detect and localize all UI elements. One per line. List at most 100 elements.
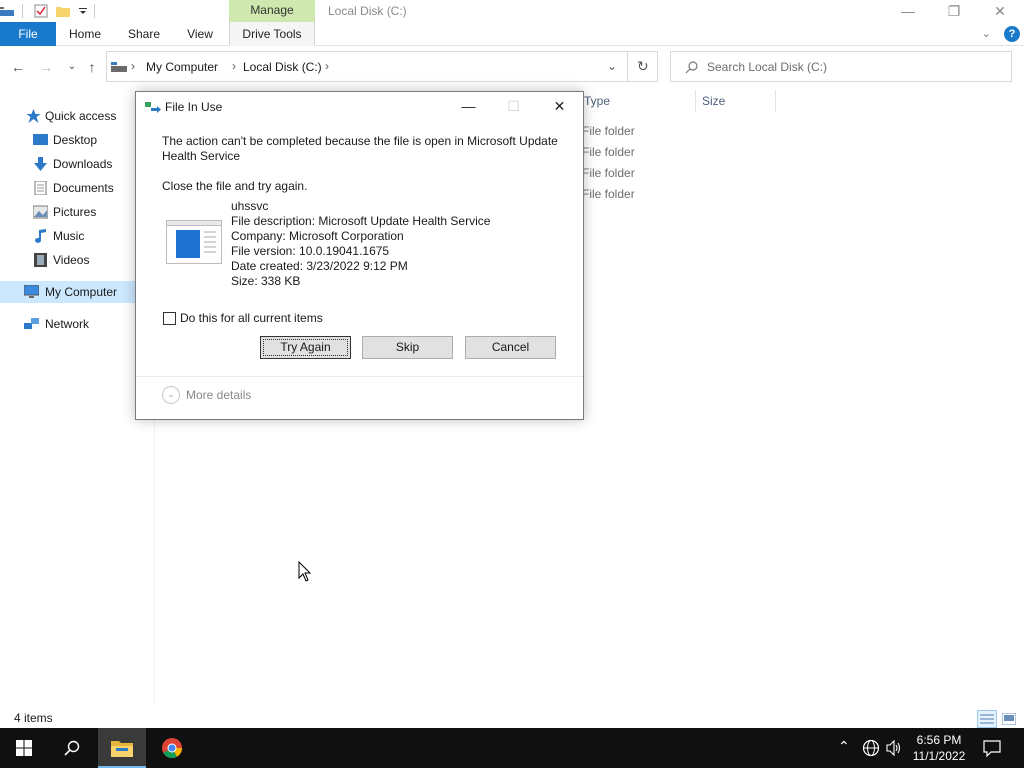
apply-to-all-checkbox[interactable] <box>163 312 176 325</box>
properties-icon[interactable] <box>34 4 48 18</box>
separator <box>94 4 95 18</box>
tab-drive-tools[interactable]: Drive Tools <box>229 22 315 46</box>
search-input[interactable] <box>707 58 997 76</box>
tab-home[interactable]: Home <box>62 22 108 46</box>
new-folder-icon[interactable] <box>56 4 70 18</box>
music-icon <box>35 229 46 243</box>
navigation-bar: ← → ⌄ ↑ › My Computer › Local Disk (C:) … <box>0 51 1024 83</box>
status-bar: 4 items <box>0 706 1024 728</box>
tab-file[interactable]: File <box>0 22 56 46</box>
column-divider[interactable] <box>695 90 696 112</box>
breadcrumb-local-disk[interactable]: Local Disk (C:) <box>243 60 322 74</box>
chrome-icon <box>162 738 183 759</box>
dialog-minimize-button[interactable]: — <box>446 92 491 120</box>
large-icons-view-button[interactable] <box>999 710 1019 728</box>
documents-icon <box>34 181 47 195</box>
address-dropdown-icon[interactable]: ⌄ <box>607 59 617 73</box>
chevron-down-icon: ⌄ <box>162 386 180 404</box>
clock-date: 11/1/2022 <box>912 749 966 763</box>
system-clock[interactable]: 6:56 PM 11/1/2022 <box>912 732 966 764</box>
table-row[interactable]: File folder <box>582 187 635 201</box>
sidebar-item-desktop[interactable]: Desktop <box>0 129 150 151</box>
file-company: Company: Microsoft Corporation <box>231 229 404 243</box>
dialog-instruction: Close the file and try again. <box>162 179 308 193</box>
search-taskbar-button[interactable] <box>48 728 96 768</box>
breadcrumb-separator: › <box>232 59 236 73</box>
tab-manage[interactable]: Manage <box>229 0 315 22</box>
navigation-pane: Quick access Desktop Downloads Documents… <box>0 100 155 705</box>
tab-view[interactable]: View <box>180 22 220 46</box>
maximize-button[interactable]: ❐ <box>931 0 977 22</box>
breadcrumb-my-computer[interactable]: My Computer <box>146 60 218 74</box>
computer-icon <box>24 285 39 298</box>
sidebar-item-quick-access[interactable]: Quick access <box>0 105 150 127</box>
ribbon-tabs: File Home Share View Drive Tools ⌄ ? <box>0 22 1024 46</box>
file-explorer-taskbar-button[interactable] <box>98 728 146 768</box>
star-icon <box>26 109 41 123</box>
show-hidden-icons-button[interactable]: ⌃ <box>838 728 854 768</box>
file-in-use-dialog: File In Use — ☐ ✕ The action can't be co… <box>135 91 584 420</box>
search-box[interactable] <box>670 51 1012 82</box>
chrome-taskbar-button[interactable] <box>148 728 196 768</box>
table-row[interactable]: File folder <box>582 145 635 159</box>
separator <box>627 52 628 81</box>
forward-button[interactable]: → <box>36 57 56 77</box>
apply-to-all-label[interactable]: Do this for all current items <box>180 311 323 325</box>
close-button[interactable]: ✕ <box>977 0 1023 22</box>
notification-center-icon[interactable] <box>983 739 1001 757</box>
network-globe-icon[interactable] <box>862 739 880 757</box>
network-icon <box>24 318 39 329</box>
windows-logo-icon <box>16 740 32 756</box>
breadcrumb-separator: › <box>131 59 135 73</box>
table-row[interactable]: File folder <box>582 124 635 138</box>
sidebar-item-network[interactable]: Network <box>0 313 150 335</box>
desktop-icon <box>33 134 48 145</box>
minimize-button[interactable]: — <box>885 0 931 22</box>
recent-locations-button[interactable]: ⌄ <box>62 57 82 77</box>
customize-toolbar-icon[interactable] <box>76 4 90 18</box>
drive-icon <box>111 62 127 72</box>
address-bar[interactable]: › My Computer › Local Disk (C:) › ⌄ ↻ <box>106 51 658 82</box>
file-description: File description: Microsoft Update Healt… <box>231 214 491 228</box>
application-file-icon <box>166 220 222 264</box>
dialog-divider <box>136 376 583 377</box>
clock-time: 6:56 PM <box>916 733 962 747</box>
start-button[interactable] <box>0 728 48 768</box>
window-title: Local Disk (C:) <box>328 4 407 18</box>
details-view-icon <box>980 714 994 724</box>
try-again-button[interactable]: Try Again <box>260 336 351 359</box>
file-size: Size: 338 KB <box>231 274 301 288</box>
pictures-icon <box>33 205 48 219</box>
sidebar-item-pictures[interactable]: Pictures <box>0 201 150 223</box>
expand-ribbon-icon[interactable]: ⌄ <box>981 28 990 40</box>
separator <box>22 4 23 18</box>
table-row[interactable]: File folder <box>582 166 635 180</box>
back-button[interactable]: ← <box>8 57 28 77</box>
up-button[interactable]: ↑ <box>82 57 102 77</box>
sidebar-item-documents[interactable]: Documents <box>0 177 150 199</box>
search-icon <box>64 740 80 756</box>
window-titlebar: Manage Local Disk (C:) — ❐ ✕ <box>0 0 1024 22</box>
help-icon[interactable]: ? <box>1004 26 1020 42</box>
explorer-icon <box>0 7 14 16</box>
skip-button[interactable]: Skip <box>362 336 453 359</box>
taskbar: ⌃ 6:56 PM 11/1/2022 <box>0 728 1024 768</box>
volume-icon[interactable] <box>886 740 902 756</box>
details-view-button[interactable] <box>977 710 997 728</box>
sidebar-item-music[interactable]: Music <box>0 225 150 247</box>
column-header-type[interactable]: Type <box>584 94 610 110</box>
sidebar-item-my-computer[interactable]: My Computer <box>0 281 150 303</box>
column-header-size[interactable]: Size <box>702 94 725 110</box>
dialog-title: File In Use <box>165 100 223 114</box>
folder-icon <box>111 741 133 757</box>
videos-icon <box>34 253 47 267</box>
cancel-button[interactable]: Cancel <box>465 336 556 359</box>
refresh-icon[interactable]: ↻ <box>637 58 649 75</box>
column-divider[interactable] <box>775 90 776 112</box>
tab-share[interactable]: Share <box>122 22 166 46</box>
file-transfer-icon <box>145 102 161 113</box>
sidebar-item-downloads[interactable]: Downloads <box>0 153 150 175</box>
dialog-close-button[interactable]: ✕ <box>537 92 582 120</box>
breadcrumb-separator: › <box>325 59 329 73</box>
sidebar-item-videos[interactable]: Videos <box>0 249 150 271</box>
